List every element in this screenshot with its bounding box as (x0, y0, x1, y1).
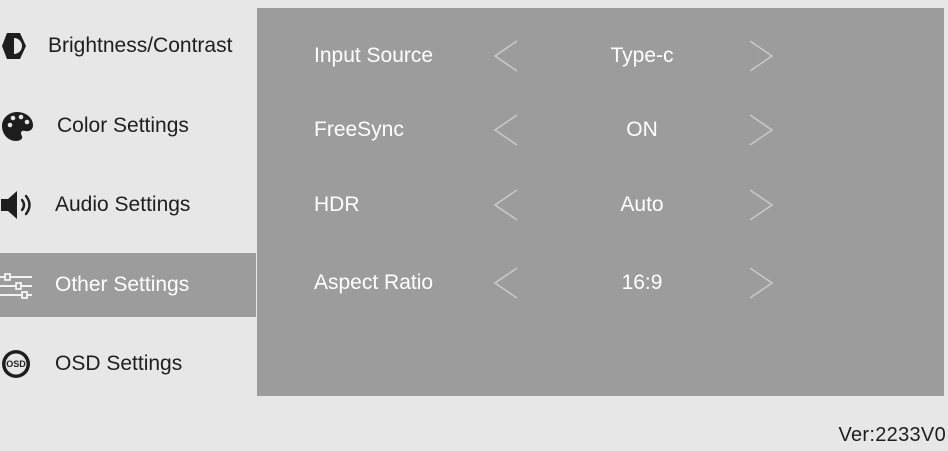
sidebar-item-brightness-contrast[interactable]: Brightness/Contrast (0, 14, 256, 78)
setting-value: Auto (620, 193, 664, 216)
version-label: Ver:2233V0 (838, 424, 946, 446)
osd-icon: OSD (2, 350, 30, 378)
setting-value: 16:9 (621, 271, 663, 294)
brightness-icon (2, 33, 26, 59)
sidebar-item-label: Audio Settings (55, 193, 191, 216)
sidebar-item-audio-settings[interactable]: Audio Settings (0, 173, 256, 237)
setting-row-freesync: FreeSync ON (257, 105, 944, 155)
settings-panel: Input Source Type-c FreeSync ON HDR Auto… (257, 8, 944, 396)
chevron-right-icon[interactable] (748, 113, 774, 147)
chevron-right-icon[interactable] (748, 266, 774, 300)
speaker-icon (1, 191, 31, 219)
setting-label: FreeSync (314, 118, 404, 141)
sidebar-item-label: Other Settings (55, 273, 190, 296)
setting-label: Input Source (314, 44, 434, 67)
sidebar-item-label: OSD Settings (55, 352, 183, 375)
osd-sidebar: Brightness/Contrast Color Settings Audio… (0, 0, 256, 400)
sidebar-item-label: Brightness/Contrast (48, 34, 233, 57)
chevron-left-icon[interactable] (493, 113, 519, 147)
setting-row-input-source: Input Source Type-c (257, 31, 944, 81)
setting-label: Aspect Ratio (314, 271, 434, 294)
sidebar-item-other-settings[interactable]: Other Settings (0, 253, 256, 317)
setting-value: Type-c (610, 44, 674, 67)
chevron-right-icon[interactable] (748, 188, 774, 222)
chevron-left-icon[interactable] (493, 39, 519, 73)
sidebar-item-osd-settings[interactable]: OSD OSD Settings (0, 332, 256, 396)
setting-row-aspect-ratio: Aspect Ratio 16:9 (257, 258, 944, 308)
setting-row-hdr: HDR Auto (257, 180, 944, 230)
svg-text:OSD: OSD (6, 359, 26, 369)
sliders-icon (0, 273, 32, 299)
setting-label: HDR (314, 193, 360, 216)
sidebar-item-label: Color Settings (57, 114, 189, 137)
setting-value: ON (626, 118, 658, 141)
chevron-right-icon[interactable] (748, 39, 774, 73)
palette-icon (2, 112, 33, 141)
sidebar-item-color-settings[interactable]: Color Settings (0, 94, 256, 158)
chevron-left-icon[interactable] (493, 188, 519, 222)
chevron-left-icon[interactable] (493, 266, 519, 300)
